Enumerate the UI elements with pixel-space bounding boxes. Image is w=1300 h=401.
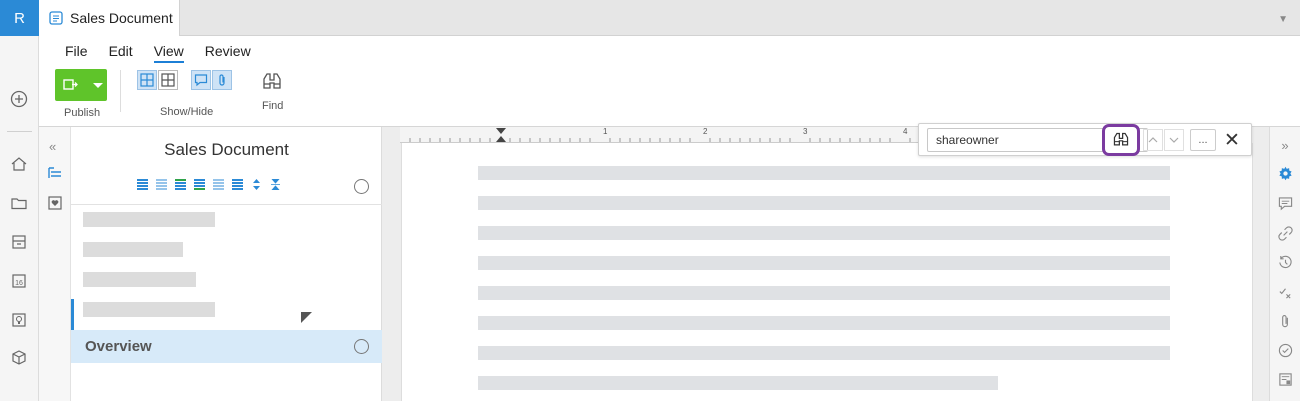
show-table-toggle[interactable] xyxy=(158,70,178,90)
text-line-placeholder xyxy=(478,346,1170,360)
add-icon[interactable] xyxy=(10,90,28,108)
folder-icon[interactable] xyxy=(10,194,28,212)
outline-divider xyxy=(71,204,382,205)
calendar-icon[interactable]: 16 xyxy=(10,272,28,290)
favorites-icon[interactable] xyxy=(48,196,62,215)
outline-item-placeholder[interactable] xyxy=(83,242,183,257)
rail-separator xyxy=(7,131,32,132)
lightbulb-icon[interactable] xyxy=(10,311,28,329)
app-logo[interactable]: R xyxy=(0,0,39,36)
publish-button[interactable] xyxy=(55,69,107,101)
binoculars-icon xyxy=(263,73,281,89)
text-line-placeholder xyxy=(478,226,1170,240)
text-line-placeholder xyxy=(478,166,1170,180)
ruler-mark: 3 xyxy=(803,127,808,136)
outline-item-placeholder[interactable] xyxy=(83,302,215,317)
find-options-button[interactable]: ... xyxy=(1190,129,1216,151)
show-hide-group-label: Show/Hide xyxy=(160,106,214,118)
menu-edit[interactable]: Edit xyxy=(109,43,133,63)
ribbon-separator xyxy=(120,70,121,112)
chevron-up-icon xyxy=(1148,137,1158,143)
outline-item-overview[interactable]: Overview xyxy=(71,330,382,363)
text-line-placeholder xyxy=(478,316,1170,330)
table-icon xyxy=(161,73,175,87)
right-rail: » xyxy=(1269,127,1300,401)
menu-file[interactable]: File xyxy=(65,43,88,63)
add-section-above-icon[interactable] xyxy=(175,179,186,190)
outline-view-icon[interactable] xyxy=(48,166,62,185)
outline-item-placeholder[interactable] xyxy=(83,272,196,287)
tab-sales-document[interactable]: Sales Document xyxy=(39,0,180,36)
show-comments-toggle[interactable] xyxy=(191,70,211,90)
document-page[interactable] xyxy=(401,143,1253,401)
ruler-mark: 4 xyxy=(903,127,908,136)
ruler-mark: 1 xyxy=(603,127,608,136)
overview-status-circle[interactable] xyxy=(354,339,369,354)
collapse-triangle-icon[interactable] xyxy=(301,310,312,328)
selection-indicator xyxy=(71,299,74,330)
svg-text:16: 16 xyxy=(15,280,23,287)
publish-group-label: Publish xyxy=(64,107,101,119)
find-bar: ... ✕ xyxy=(918,123,1252,156)
find-ribbon-button[interactable] xyxy=(261,71,283,98)
comments-icon[interactable] xyxy=(1277,195,1293,211)
show-outline-toggle[interactable] xyxy=(137,70,157,90)
binoculars-icon xyxy=(1113,132,1129,146)
paperclip-icon xyxy=(219,74,225,86)
find-close-button[interactable]: ✕ xyxy=(1224,129,1240,152)
ruler: 1 2 3 4 xyxy=(400,127,920,143)
cube-icon[interactable] xyxy=(10,349,28,367)
outline-title: Sales Document xyxy=(164,140,289,159)
home-icon[interactable] xyxy=(10,155,28,173)
move-right-icon[interactable] xyxy=(232,179,243,190)
outline-panel: Sales Document Overview xyxy=(71,127,382,401)
find-search-button[interactable] xyxy=(1102,124,1140,156)
tab-bar: Sales Document ▼ xyxy=(39,0,1300,36)
publish-icon xyxy=(63,79,78,90)
find-previous-button[interactable] xyxy=(1143,129,1163,151)
outline-item-placeholder[interactable] xyxy=(83,212,215,227)
indent-icon[interactable] xyxy=(137,179,148,190)
text-line-placeholder xyxy=(478,196,1170,210)
expand-panel-icon[interactable]: » xyxy=(1277,137,1293,153)
show-attachments-toggle[interactable] xyxy=(212,70,232,90)
publish-dropdown-icon[interactable] xyxy=(89,69,107,101)
tab-dropdown-icon[interactable]: ▼ xyxy=(1278,14,1288,25)
text-line-placeholder xyxy=(478,286,1170,300)
settings-gear-icon[interactable] xyxy=(1277,165,1293,181)
panel-switcher: « xyxy=(39,127,71,401)
archive-icon[interactable] xyxy=(10,233,28,251)
menu-review[interactable]: Review xyxy=(205,43,251,63)
review-check-icon[interactable] xyxy=(1277,284,1293,300)
menu-bar: File Edit View Review xyxy=(65,43,272,63)
overview-label: Overview xyxy=(85,338,152,355)
ribbon: File Edit View Review Publish Show/Hide … xyxy=(39,36,1300,127)
approve-circle-icon[interactable] xyxy=(1277,342,1293,358)
document-icon xyxy=(49,11,63,25)
find-next-button[interactable] xyxy=(1164,129,1184,151)
text-line-placeholder xyxy=(478,256,1170,270)
layout-grid-icon xyxy=(140,73,154,87)
collapse-panel-icon[interactable]: « xyxy=(49,139,56,154)
ruler-mark: 2 xyxy=(703,127,708,136)
find-group-label: Find xyxy=(262,100,284,112)
chevron-down-icon xyxy=(1169,137,1179,143)
text-line-placeholder xyxy=(478,376,998,390)
link-icon[interactable] xyxy=(1277,225,1293,241)
app-rail: R 16 xyxy=(0,0,39,401)
expand-all-icon[interactable] xyxy=(251,179,262,190)
notes-icon[interactable] xyxy=(1277,371,1293,387)
outline-toolbar xyxy=(137,179,281,190)
tab-label: Sales Document xyxy=(70,10,173,26)
collapse-all-icon[interactable] xyxy=(270,179,281,190)
attachment-icon[interactable] xyxy=(1277,313,1293,329)
comment-icon xyxy=(194,74,208,87)
move-left-icon[interactable] xyxy=(213,179,224,190)
menu-view[interactable]: View xyxy=(153,43,184,63)
add-section-below-icon[interactable] xyxy=(194,179,205,190)
outdent-icon[interactable] xyxy=(156,179,167,190)
history-icon[interactable] xyxy=(1277,254,1293,270)
outline-status-circle[interactable] xyxy=(354,179,369,194)
